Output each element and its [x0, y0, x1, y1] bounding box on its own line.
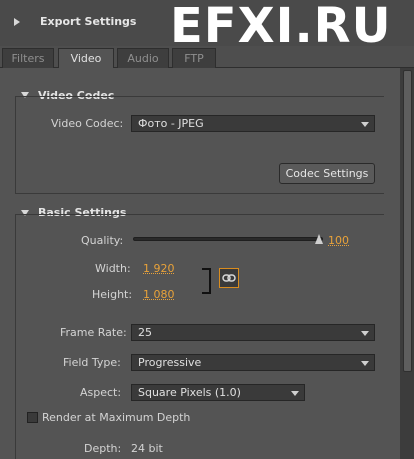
- scrollbar-thumb[interactable]: [403, 70, 412, 372]
- frame-rate-dropdown-value: 25: [138, 326, 152, 339]
- panel-scrollbar[interactable]: [400, 68, 414, 459]
- quality-value[interactable]: 100: [328, 234, 349, 247]
- tab-video[interactable]: Video: [58, 48, 114, 69]
- export-settings-title: Export Settings: [40, 15, 136, 28]
- watermark-text: EFXI.RU: [170, 0, 392, 54]
- tab-bar: Filters Video Audio FTP: [0, 48, 414, 68]
- video-codec-dropdown[interactable]: Фото - JPEG: [131, 115, 375, 132]
- field-type-label: Field Type:: [63, 356, 121, 369]
- frame-rate-dropdown[interactable]: 25: [131, 324, 375, 341]
- depth-label: Depth:: [84, 442, 121, 455]
- chevron-down-icon: [361, 361, 369, 366]
- render-max-depth-label[interactable]: Render at Maximum Depth: [42, 411, 190, 424]
- tab-filters[interactable]: Filters: [2, 48, 54, 68]
- aspect-label: Aspect:: [80, 386, 121, 399]
- tab-audio[interactable]: Audio: [117, 48, 169, 68]
- quality-label: Quality:: [81, 234, 123, 247]
- chain-link-icon: [220, 269, 238, 287]
- chevron-down-icon: [361, 331, 369, 336]
- height-value[interactable]: 1 080: [143, 288, 175, 301]
- render-max-depth-checkbox[interactable]: [27, 412, 38, 423]
- depth-value: 24 bit: [131, 442, 163, 455]
- video-codec-dropdown-value: Фото - JPEG: [138, 117, 204, 130]
- quality-slider-thumb[interactable]: [315, 234, 323, 244]
- width-value[interactable]: 1 920: [143, 262, 175, 275]
- chevron-down-icon: [361, 122, 369, 127]
- constrain-proportions-link-icon[interactable]: [219, 268, 239, 288]
- dimension-link-bracket: [202, 268, 211, 294]
- quality-slider-track[interactable]: [133, 237, 323, 241]
- field-type-dropdown-value: Progressive: [138, 356, 201, 369]
- chevron-down-icon: [291, 391, 299, 396]
- field-type-dropdown[interactable]: Progressive: [131, 354, 375, 371]
- aspect-dropdown[interactable]: Square Pixels (1.0): [131, 384, 305, 401]
- codec-settings-button[interactable]: Codec Settings: [279, 163, 375, 184]
- width-label: Width:: [95, 262, 131, 275]
- height-label: Height:: [92, 288, 132, 301]
- tab-ftp[interactable]: FTP: [172, 48, 216, 68]
- video-codec-label: Video Codec:: [51, 117, 123, 130]
- collapse-triangle-icon[interactable]: [14, 18, 20, 26]
- frame-rate-label: Frame Rate:: [60, 326, 127, 339]
- aspect-dropdown-value: Square Pixels (1.0): [138, 386, 241, 399]
